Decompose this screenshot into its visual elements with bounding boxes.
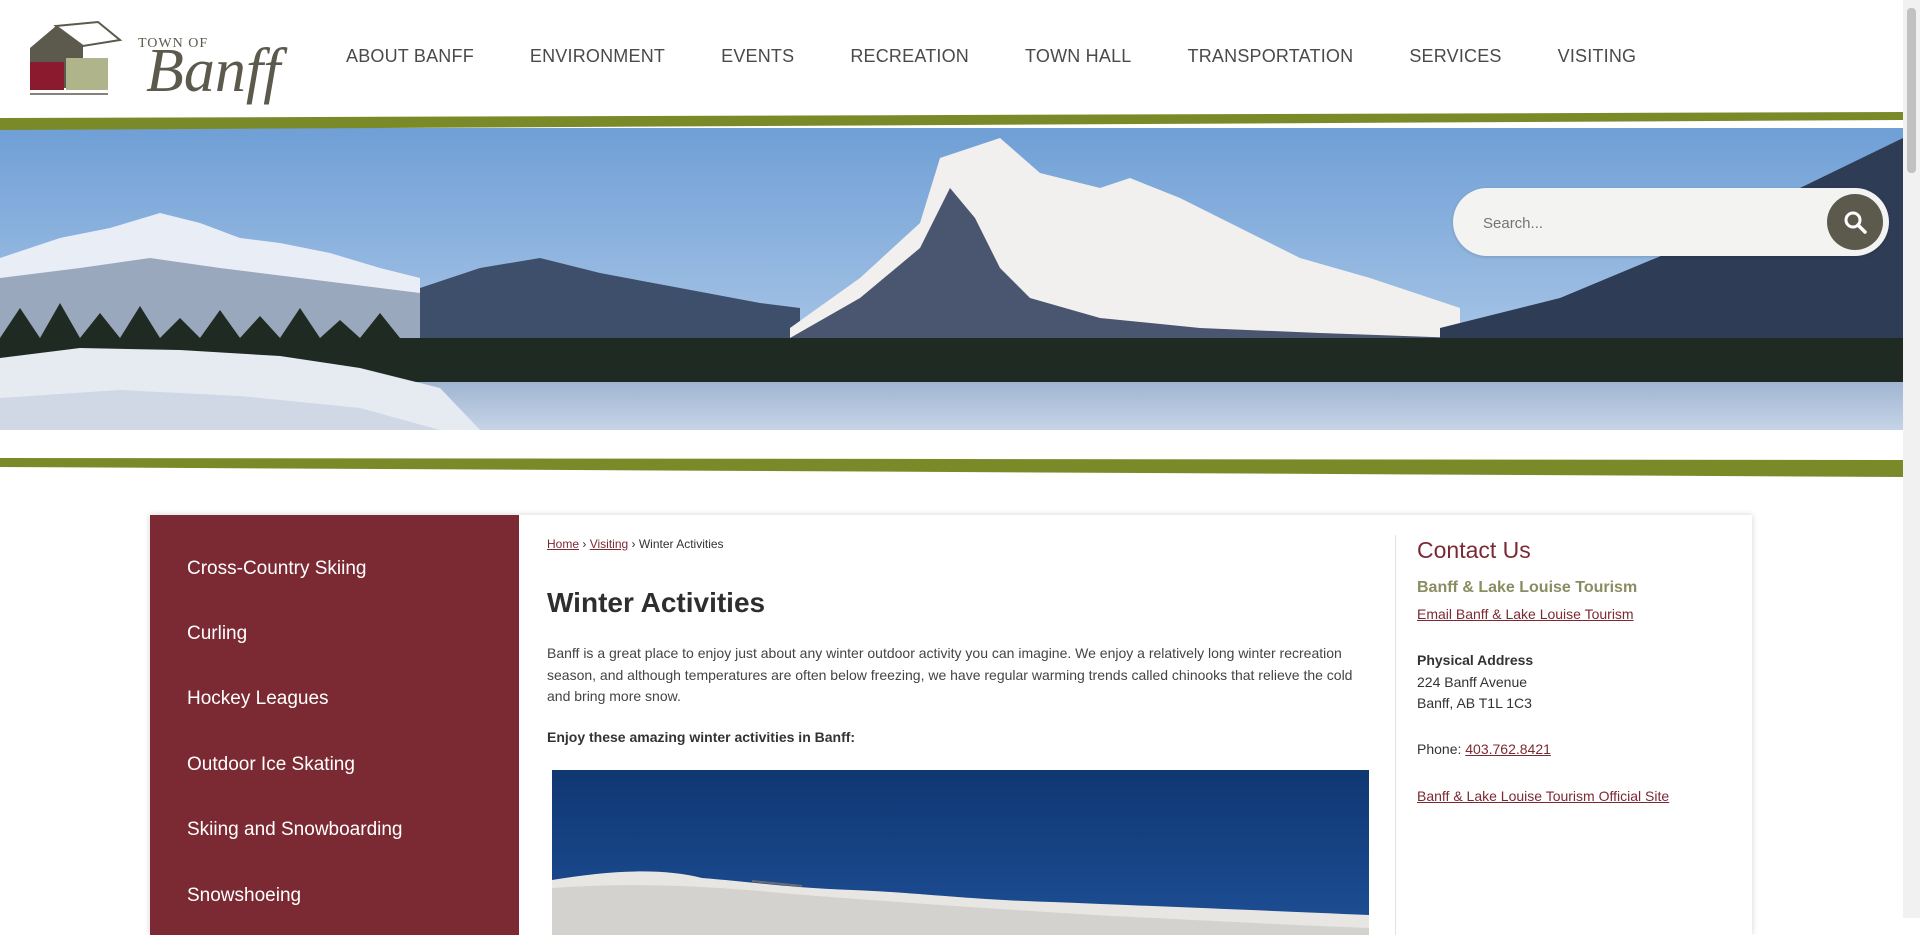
page-scrollbar[interactable] (1903, 0, 1920, 918)
nav-about-banff[interactable]: ABOUT BANFF (346, 46, 474, 67)
main-nav: ABOUT BANFF ENVIRONMENT EVENTS RECREATIO… (318, 46, 1664, 67)
nav-services[interactable]: SERVICES (1409, 46, 1501, 67)
address-label: Physical Address (1417, 652, 1534, 668)
content-container: Cross-Country Skiing Curling Hockey Leag… (150, 515, 1752, 935)
nav-transportation[interactable]: TRANSPORTATION (1188, 46, 1354, 67)
nav-town-hall[interactable]: TOWN HALL (1025, 46, 1132, 67)
address-line-1: 224 Banff Avenue (1417, 674, 1528, 690)
page-title: Winter Activities (547, 587, 766, 618)
breadcrumb-visiting-link[interactable]: Visiting (590, 537, 628, 551)
official-site-link[interactable]: Banff & Lake Louise Tourism Official Sit… (1417, 788, 1669, 804)
sidebar-item-outdoor-ice-skating[interactable]: Outdoor Ice Skating (187, 754, 355, 776)
activities-subheading: Enjoy these amazing winter activities in… (547, 729, 856, 745)
breadcrumb-separator: › (582, 537, 587, 551)
search-box (1453, 188, 1889, 256)
breadcrumb-home-link[interactable]: Home (547, 537, 579, 551)
search-icon (1844, 211, 1867, 234)
contact-title: Contact Us (1417, 537, 1531, 563)
search-input[interactable] (1481, 208, 1815, 238)
breadcrumb-separator: › (631, 537, 636, 551)
scrollbar-thumb[interactable] (1907, 8, 1916, 173)
email-link[interactable]: Email Banff & Lake Louise Tourism (1417, 606, 1634, 622)
sidebar-item-snowshoeing[interactable]: Snowshoeing (187, 885, 301, 907)
search-button[interactable] (1827, 194, 1883, 250)
green-band-bottom (0, 458, 1903, 477)
ski-slope-image[interactable] (552, 770, 1369, 935)
contact-organization: Banff & Lake Louise Tourism (1417, 579, 1638, 596)
address-line-2: Banff, AB T1L 1C3 (1417, 695, 1532, 711)
phone-label: Phone: (1417, 741, 1466, 757)
hero-mountain-image (0, 128, 1903, 430)
nav-visiting[interactable]: VISITING (1558, 46, 1637, 67)
sidebar-item-curling[interactable]: Curling (187, 623, 247, 645)
sidebar-item-cross-country-skiing[interactable]: Cross-Country Skiing (187, 558, 367, 580)
breadcrumb-current: Winter Activities (638, 537, 724, 551)
phone-row: Phone: 403.762.8421 (1417, 741, 1551, 759)
intro-paragraph: Banff is a great place to enjoy just abo… (547, 645, 1353, 704)
sidebar-item-skiing-and-snowboarding[interactable]: Skiing and Snowboarding (187, 819, 403, 841)
nav-events[interactable]: EVENTS (721, 46, 794, 67)
town-of-banff-logo[interactable]: TOWN OF Banff (28, 16, 281, 108)
nav-recreation[interactable]: RECREATION (850, 46, 969, 67)
logo-wordmark: Banff (146, 37, 281, 105)
logo-mark-icon (30, 20, 123, 95)
site-header: TOWN OF Banff ABOUT BANFF ENVIRONMENT EV… (0, 0, 1903, 118)
sidebar-nav: Cross-Country Skiing Curling Hockey Leag… (150, 515, 519, 935)
green-band-top (0, 112, 1903, 130)
breadcrumb: Home › Visiting › Winter Activities (547, 537, 724, 551)
phone-link[interactable]: 403.762.8421 (1465, 741, 1551, 757)
column-divider (1395, 535, 1396, 935)
sidebar-item-hockey-leagues[interactable]: Hockey Leagues (187, 688, 329, 710)
nav-environment[interactable]: ENVIRONMENT (530, 46, 665, 67)
